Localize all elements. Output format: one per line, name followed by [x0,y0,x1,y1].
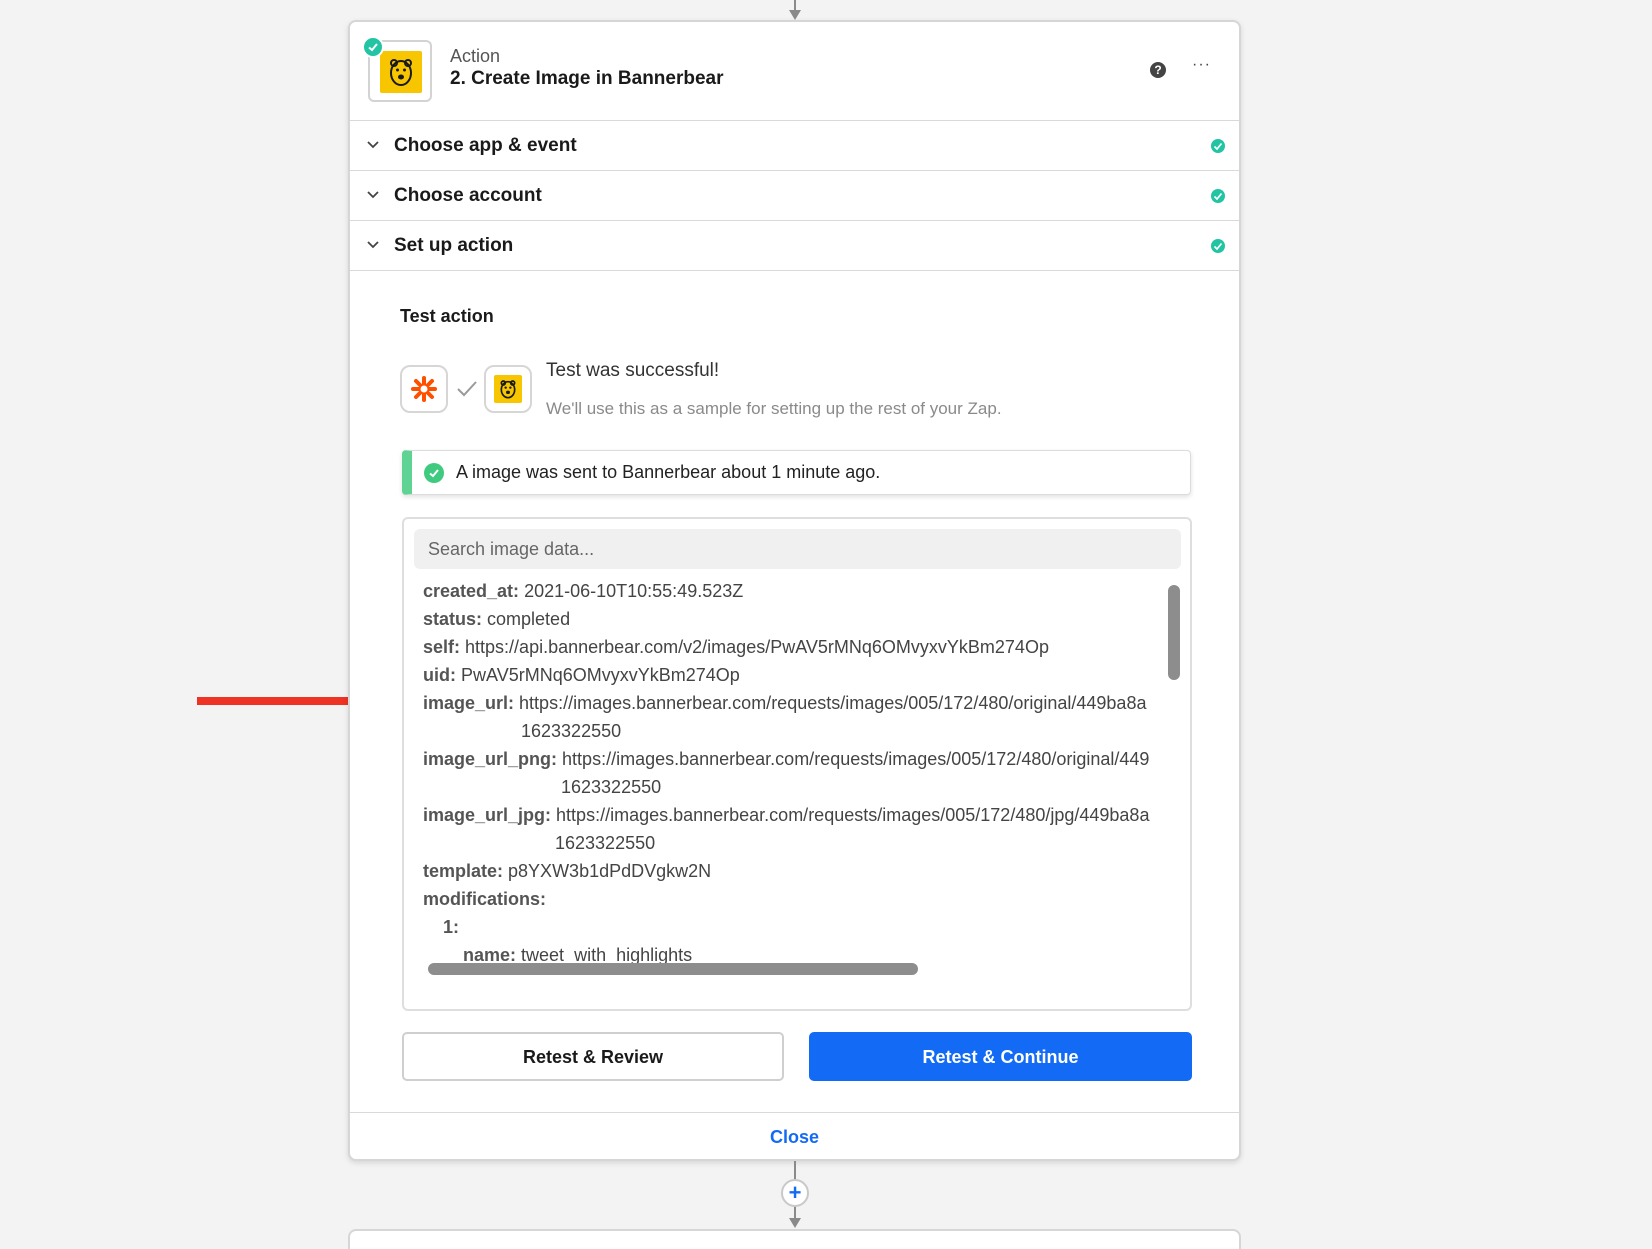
sample-data-list: created_at: 2021-06-10T10:55:49.523Z sta… [423,577,1163,977]
connector-arrow-top [789,10,801,20]
data-value: PwAV5rMNq6OMvyxvYkBm274Op [461,665,740,685]
section-label: Set up action [394,235,514,256]
bannerbear-logo-icon [380,51,422,93]
vertical-scrollbar[interactable] [1168,585,1180,680]
search-input[interactable] [414,529,1181,569]
data-value: 2021-06-10T10:55:49.523Z [524,581,744,601]
more-options-icon[interactable]: ··· [1192,56,1211,74]
data-value: 1623322550 [555,833,656,853]
bannerbear-logo-icon [494,375,522,403]
data-key: uid: [423,665,456,685]
success-check-icon [424,463,444,483]
retest-review-button[interactable]: Retest & Review [402,1032,784,1081]
card-footer: Close [350,1112,1239,1161]
data-value: https://images.bannerbear.com/requests/i… [556,805,1150,825]
data-field-image-url-png: image_url_png: https://images.bannerbear… [423,745,1149,773]
data-field-self: self: https://api.bannerbear.com/v2/imag… [423,633,1049,661]
section-choose-app-event[interactable]: Choose app & event [350,121,1239,171]
connection-check-icon [457,381,477,397]
data-field-modification-index: 1: [443,913,459,941]
data-key: name: [463,945,517,965]
data-key: created_at: [423,581,520,601]
success-notice-text: A image was sent to Bannerbear about 1 m… [456,462,881,482]
test-result-subtitle: We'll use this as a sample for setting u… [546,399,1002,418]
data-field-template: template: p8YXW3b1dPdDVgkw2N [423,857,711,885]
data-field-image-url-jpg: image_url_jpg: https://images.bannerbear… [423,801,1149,829]
test-result-title: Test was successful! [546,360,720,381]
data-field-status: status: completed [423,605,570,633]
chevron-down-icon [367,241,379,249]
section-complete-check-icon [1211,239,1225,253]
data-value: 1623322550 [561,777,662,797]
data-key: template: [423,861,504,881]
data-field-image-url-jpg-cont: 1623322550 [555,829,655,857]
data-key: status: [423,609,483,629]
data-key: 1: [443,917,460,937]
data-field-modifications: modifications: [423,885,546,913]
section-label: Choose account [394,185,542,206]
data-value: https://api.bannerbear.com/v2/images/PwA… [465,637,1049,657]
close-button[interactable]: Close [770,1127,819,1148]
data-key: image_url: [423,693,515,713]
data-field-image-url-cont: 1623322550 [521,717,621,745]
annotation-arrow-shaft [197,697,357,705]
step-complete-check-icon [362,36,384,58]
data-field-image-url-png-cont: 1623322550 [561,773,661,801]
step-title[interactable]: 2. Create Image in Bannerbear [450,68,724,90]
data-value: https://images.bannerbear.com/requests/i… [562,749,1150,769]
zapier-logo-icon [411,376,437,402]
step-card: Action 2. Create Image in Bannerbear ? ·… [348,20,1241,1161]
bannerbear-app-icon-small [484,365,532,413]
add-step-button[interactable]: + [781,1179,809,1207]
retest-continue-button[interactable]: Retest & Continue [809,1032,1192,1081]
data-field-uid: uid: PwAV5rMNq6OMvyxvYkBm274Op [423,661,740,689]
chevron-down-icon [367,141,379,149]
step-kicker: Action [450,46,501,66]
section-complete-check-icon [1211,189,1225,203]
section-label: Choose app & event [394,135,577,156]
data-key: image_url_png: [423,749,558,769]
test-action-title: Test action [400,306,494,326]
data-key: self: [423,637,461,657]
zapier-app-icon [400,365,448,413]
section-complete-check-icon [1211,139,1225,153]
section-set-up-action[interactable]: Set up action [350,221,1239,271]
chevron-down-icon [367,191,379,199]
data-key: modifications: [423,889,547,909]
success-notice: A image was sent to Bannerbear about 1 m… [402,450,1191,495]
data-value: tweet_with_highlights [521,945,693,965]
data-value: p8YXW3b1dPdDVgkw2N [508,861,712,881]
help-icon[interactable]: ? [1150,62,1166,78]
data-value: completed [487,609,571,629]
horizontal-scrollbar[interactable] [428,963,918,975]
sample-data-panel[interactable]: created_at: 2021-06-10T10:55:49.523Z sta… [402,517,1192,1011]
data-field-image-url: image_url: https://images.bannerbear.com… [423,689,1146,717]
data-value: https://images.bannerbear.com/requests/i… [519,693,1147,713]
next-step-card [348,1229,1241,1249]
data-field-created-at: created_at: 2021-06-10T10:55:49.523Z [423,577,743,605]
data-value: 1623322550 [521,721,622,741]
connector-arrow-bottom [789,1218,801,1228]
section-choose-account[interactable]: Choose account [350,171,1239,221]
data-key: image_url_jpg: [423,805,552,825]
step-header[interactable]: Action 2. Create Image in Bannerbear ? ·… [350,22,1239,121]
